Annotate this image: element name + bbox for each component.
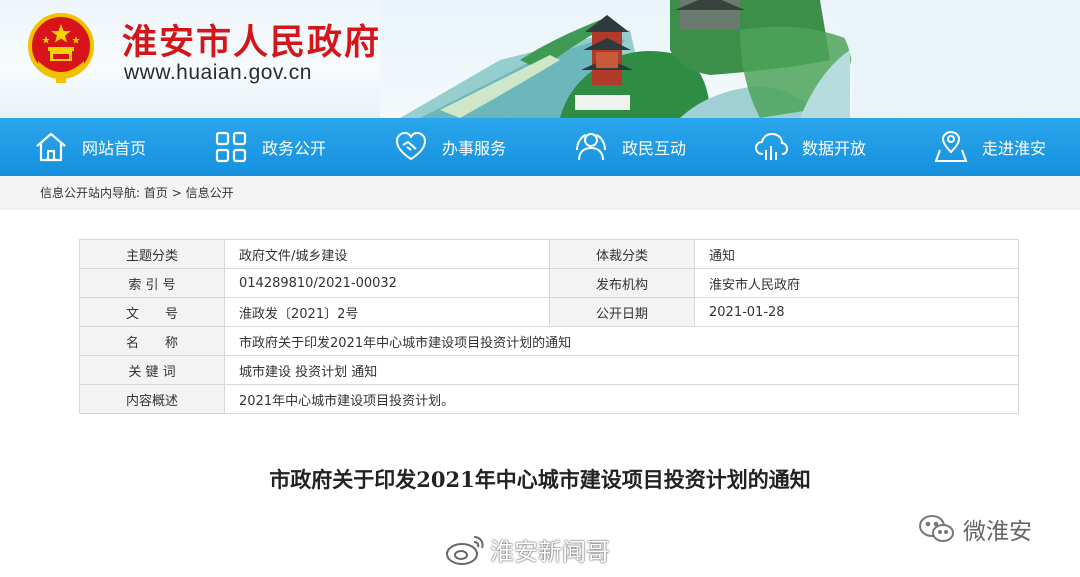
index-label: 索 引 号 (79, 268, 225, 298)
table-row: 内容概述 2021年中心城市建设项目投资计划。 (79, 384, 1019, 414)
site-url: www.huaian.gov.cn (124, 61, 312, 84)
document-info-table: 主题分类 政府文件/城乡建设 体裁分类 通知 索 引 号 014289810/2… (79, 239, 1019, 414)
docno-label: 文 号 (79, 297, 225, 327)
national-emblem-icon (28, 13, 94, 83)
document-title: 市政府关于印发2021年中心城市建设项目投资计划的通知 (269, 467, 811, 492)
nav-item-services[interactable]: 办事服务 (360, 118, 540, 176)
keywords-label: 关 键 词 (79, 355, 225, 385)
site-title: 淮安市人民政府 (122, 23, 382, 63)
summary-value: 2021年中心城市建设项目投资计划。 (224, 384, 1019, 414)
nav-item-about-huaian[interactable]: 走进淮安 (900, 118, 1080, 176)
breadcrumb-separator: > (171, 186, 182, 200)
people-icon (575, 133, 606, 161)
nav-label: 数据开放 (801, 139, 866, 158)
genre-label: 体裁分类 (549, 239, 695, 269)
weibo-icon (446, 535, 484, 565)
publisher-value: 淮安市人民政府 (694, 268, 1019, 298)
nav-item-interaction[interactable]: 政民互动 (540, 118, 720, 176)
topic-label: 主题分类 (79, 239, 225, 269)
table-row: 关 键 词 城市建设 投资计划 通知 (79, 355, 1019, 385)
date-label: 公开日期 (549, 297, 695, 327)
scenery-banner-image (380, 0, 1080, 118)
grid-icon (215, 131, 247, 163)
wechat-watermark-text: 微淮安 (963, 519, 1032, 545)
nav-item-home[interactable]: 网站首页 (0, 118, 180, 176)
breadcrumb-home-link[interactable]: 首页 (144, 186, 168, 200)
weibo-watermark: 淮安新闻哥 (444, 532, 610, 567)
wechat-icon (919, 515, 954, 542)
name-value: 市政府关于印发2021年中心城市建设项目投资计划的通知 (224, 326, 1019, 356)
summary-label: 内容概述 (79, 384, 225, 414)
map-pin-icon (934, 130, 968, 162)
home-icon (36, 132, 66, 162)
nav-item-open-data[interactable]: 数据开放 (720, 118, 900, 176)
genre-value: 通知 (694, 239, 1019, 269)
table-row: 索 引 号 014289810/2021-00032 发布机构 淮安市人民政府 (79, 268, 1019, 298)
topic-value: 政府文件/城乡建设 (224, 239, 550, 269)
nav-item-gov-affairs[interactable]: 政务公开 (180, 118, 360, 176)
wechat-watermark: 微淮安 (917, 512, 1032, 546)
table-row: 主题分类 政府文件/城乡建设 体裁分类 通知 (79, 239, 1019, 269)
main-nav: 网站首页 政务公开 办事服务 政民互动 数据开放 走进淮安 (0, 118, 1080, 176)
keywords-value: 城市建设 投资计划 通知 (224, 355, 1019, 385)
breadcrumb-prefix: 信息公开站内导航: (40, 186, 141, 200)
site-header: 淮安市人民政府 www.huaian.gov.cn (0, 0, 1080, 118)
handshake-icon (395, 132, 426, 160)
docno-value: 淮政发〔2021〕2号 (224, 297, 550, 327)
nav-label: 办事服务 (441, 139, 506, 158)
index-value: 014289810/2021-00032 (224, 268, 550, 298)
breadcrumb-current-link[interactable]: 信息公开 (186, 186, 234, 200)
name-label: 名 称 (79, 326, 225, 356)
date-value: 2021-01-28 (694, 297, 1019, 327)
nav-label: 政民互动 (621, 139, 686, 158)
nav-label: 走进淮安 (981, 139, 1046, 158)
table-row: 文 号 淮政发〔2021〕2号 公开日期 2021-01-28 (79, 297, 1019, 327)
breadcrumb: 信息公开站内导航: 首页 > 信息公开 (0, 176, 1080, 210)
weibo-watermark-text: 淮安新闻哥 (490, 538, 610, 566)
cloud-data-icon (754, 132, 788, 160)
nav-label: 政务公开 (261, 139, 326, 158)
publisher-label: 发布机构 (549, 268, 695, 298)
table-row: 名 称 市政府关于印发2021年中心城市建设项目投资计划的通知 (79, 326, 1019, 356)
nav-label: 网站首页 (81, 139, 146, 158)
